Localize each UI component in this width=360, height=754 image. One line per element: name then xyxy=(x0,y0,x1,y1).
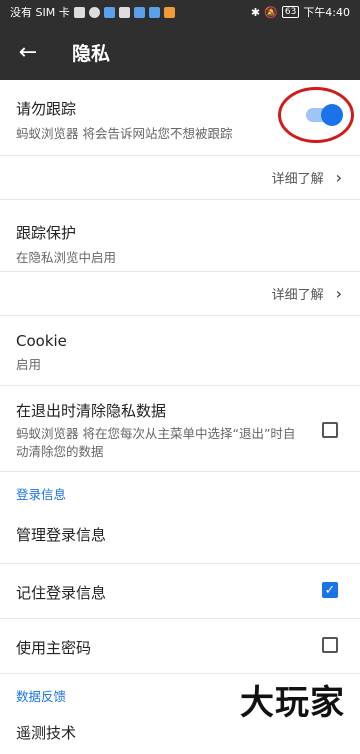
telemetry-title: 遥测技术 xyxy=(16,724,77,742)
watermark: 大玩家 xyxy=(240,683,345,723)
tracking-protection-row[interactable]: 跟踪保护 在隐私浏览中启用 xyxy=(0,200,360,272)
tracking-protection-title: 跟踪保护 xyxy=(16,224,77,242)
back-arrow-icon[interactable]: ← xyxy=(0,40,56,65)
cookie-row[interactable]: Cookie 启用 xyxy=(0,316,360,386)
clock: 下午4:40 xyxy=(303,6,350,19)
annotation-circle xyxy=(278,87,354,143)
bluetooth-icon: ✱ xyxy=(250,5,261,19)
wifi-icon xyxy=(88,6,100,18)
do-not-track-row[interactable]: 请勿跟踪 蚂蚁浏览器 将会告诉网站您不想被跟踪 xyxy=(0,80,360,156)
mute-icon: 🔕 xyxy=(264,5,278,19)
cookie-subtitle: 启用 xyxy=(16,357,42,372)
learn-more-link[interactable]: 详细了解 › xyxy=(0,156,360,200)
master-password-row[interactable]: 使用主密码 xyxy=(0,619,360,674)
learn-more-label: 详细了解 xyxy=(271,288,324,303)
remember-logins-row[interactable]: 记住登录信息 ✓ xyxy=(0,564,360,619)
section-header-login: 登录信息 xyxy=(16,487,67,502)
settings-list: 请勿跟踪 蚂蚁浏览器 将会告诉网站您不想被跟踪 详细了解 › 跟踪保护 在隐私浏… xyxy=(0,80,360,754)
clear-on-exit-checkbox[interactable] xyxy=(322,422,338,438)
chevron-right-icon: › xyxy=(335,284,342,303)
chevron-right-icon: › xyxy=(335,168,342,187)
learn-more-label: 详细了解 xyxy=(271,172,324,187)
clear-on-exit-title: 在退出时清除隐私数据 xyxy=(16,402,167,420)
remember-logins-checkbox[interactable]: ✓ xyxy=(322,582,338,598)
cookie-title: Cookie xyxy=(16,332,67,350)
battery-icon: 63 xyxy=(281,6,300,18)
clear-on-exit-row[interactable]: 在退出时清除隐私数据 蚂蚁浏览器 将在您每次从主菜单中选择“退出”时自动清除您的… xyxy=(0,386,360,472)
sim-icon xyxy=(73,6,85,18)
cloud-icon xyxy=(148,6,160,18)
tracking-protection-subtitle: 在隐私浏览中启用 xyxy=(16,250,117,265)
master-password-checkbox[interactable] xyxy=(322,637,338,653)
learn-more-link[interactable]: 详细了解 › xyxy=(0,272,360,316)
status-bar: 没有 SIM 卡 ✱ 🔕 63 下午4:40 xyxy=(0,0,360,24)
page-title: 隐私 xyxy=(72,42,111,65)
app-notification-icon xyxy=(163,6,175,18)
remember-logins-title: 记住登录信息 xyxy=(16,584,107,602)
app-notification-icon xyxy=(103,6,115,18)
app-notification-icon xyxy=(118,6,130,18)
manage-logins-title: 管理登录信息 xyxy=(16,526,107,544)
master-password-title: 使用主密码 xyxy=(16,639,92,657)
manage-logins-row[interactable]: 管理登录信息 xyxy=(0,512,360,564)
carrier-text: 没有 SIM 卡 xyxy=(10,6,70,19)
cloud-icon xyxy=(133,6,145,18)
app-bar: ← 隐私 xyxy=(0,24,360,80)
clear-on-exit-subtitle: 蚂蚁浏览器 将在您每次从主菜单中选择“退出”时自动清除您的数据 xyxy=(16,426,296,459)
